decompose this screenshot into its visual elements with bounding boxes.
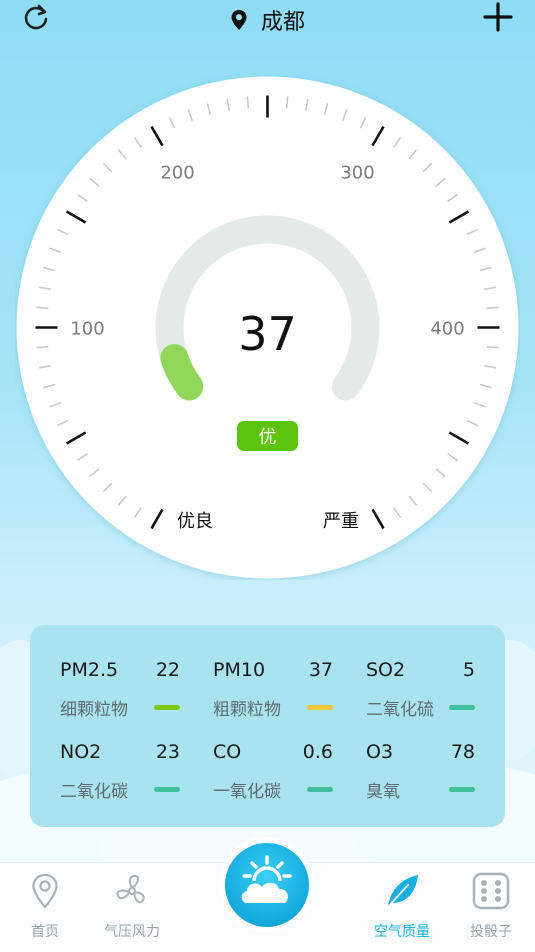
pollutant-level-bar: [449, 787, 475, 792]
location-pin-icon: [32, 873, 58, 909]
gauge-minor-tick: [36, 345, 49, 349]
tab-air-quality[interactable]: 空气质量: [357, 871, 447, 941]
aqi-value: 37: [238, 307, 297, 361]
pollutant-name: O3: [366, 741, 394, 763]
pollutant-level-bar: [154, 787, 180, 792]
gauge-scale-label: 100: [70, 319, 104, 340]
aqi-arc-level: [160, 344, 204, 401]
tab-dice[interactable]: 投骰子: [446, 871, 535, 941]
gauge-minor-tick: [486, 306, 499, 310]
gauge-scale-label: 200: [160, 163, 194, 184]
aqi-gauge: 100 200 300 400 37 优 优良 严重: [16, 76, 519, 579]
tab-home[interactable]: 首页: [0, 871, 90, 941]
pollutant-desc: 细颗粒物: [60, 700, 128, 720]
top-bar: 成都: [0, 0, 535, 40]
gauge-scale-label: 300: [340, 163, 374, 184]
pollutant-desc: 二氧化碳: [60, 782, 128, 802]
fan-icon: [116, 874, 145, 904]
tab-label: 气压风力: [104, 924, 160, 940]
pollutant-value: 37: [308, 659, 333, 681]
pollutant-name: PM2.5: [60, 659, 119, 681]
pollutant-item-o3[interactable]: O3 78 臭氧: [366, 741, 505, 811]
add-city-button[interactable]: [483, 2, 513, 32]
pollutant-value: 0.6: [302, 741, 333, 763]
gauge-minor-tick: [36, 306, 49, 310]
pollutant-value: 5: [462, 659, 475, 681]
pollutant-level-bar: [154, 705, 180, 710]
leaf-icon: [387, 875, 418, 908]
pollutant-item-pm25[interactable]: PM2.5 22 细颗粒物: [60, 659, 210, 729]
gauge-minor-tick: [285, 96, 289, 109]
pollutant-desc: 粗颗粒物: [213, 700, 281, 720]
gauge-right-label: 严重: [323, 511, 359, 532]
gauge-minor-tick: [486, 345, 499, 349]
weather-center-button[interactable]: [225, 843, 309, 927]
sun-cloud-icon: [241, 855, 292, 903]
pollutant-name: CO: [213, 741, 242, 763]
city-name: 成都: [261, 10, 306, 35]
pollutant-name: PM10: [213, 659, 266, 681]
pollutant-item-pm10[interactable]: PM10 37 粗颗粒物: [213, 659, 363, 729]
pollutant-item-so2[interactable]: SO2 5 二氧化硫: [366, 659, 505, 729]
pollutant-value: 78: [450, 741, 475, 763]
location-selector[interactable]: 成都: [0, 4, 535, 36]
pollutant-name: SO2: [366, 659, 406, 681]
pollutant-desc: 臭氧: [366, 782, 400, 802]
tab-label: 投骰子: [470, 924, 512, 940]
pollutant-value: 23: [155, 741, 180, 763]
pollutant-item-co[interactable]: CO 0.6 一氧化碳: [213, 741, 363, 811]
pollutant-name: NO2: [60, 741, 102, 763]
pollutant-value: 22: [155, 659, 180, 681]
gauge-left-label: 优良: [177, 511, 213, 532]
gauge-minor-tick: [246, 96, 250, 109]
dice-icon: [472, 872, 510, 910]
tab-label: 空气质量: [374, 924, 430, 940]
pollutant-desc: 一氧化碳: [213, 782, 281, 802]
pollutant-item-no2[interactable]: NO2 23 二氧化碳: [60, 741, 210, 811]
pollutant-desc: 二氧化硫: [366, 700, 434, 720]
pollutant-level-bar: [307, 787, 333, 792]
pollutant-level-bar: [307, 705, 333, 710]
tab-pressure-wind[interactable]: 气压风力: [87, 871, 177, 941]
pollutant-level-bar: [449, 705, 475, 710]
pollutant-card: PM2.5 22 细颗粒物 PM10 37 粗颗粒物 SO2 5 二氧化硫 NO…: [30, 625, 505, 827]
aqi-level-text: 优: [259, 427, 277, 448]
location-pin-icon: [231, 10, 247, 30]
tab-label: 首页: [31, 924, 59, 940]
gauge-scale-label: 400: [430, 319, 464, 340]
